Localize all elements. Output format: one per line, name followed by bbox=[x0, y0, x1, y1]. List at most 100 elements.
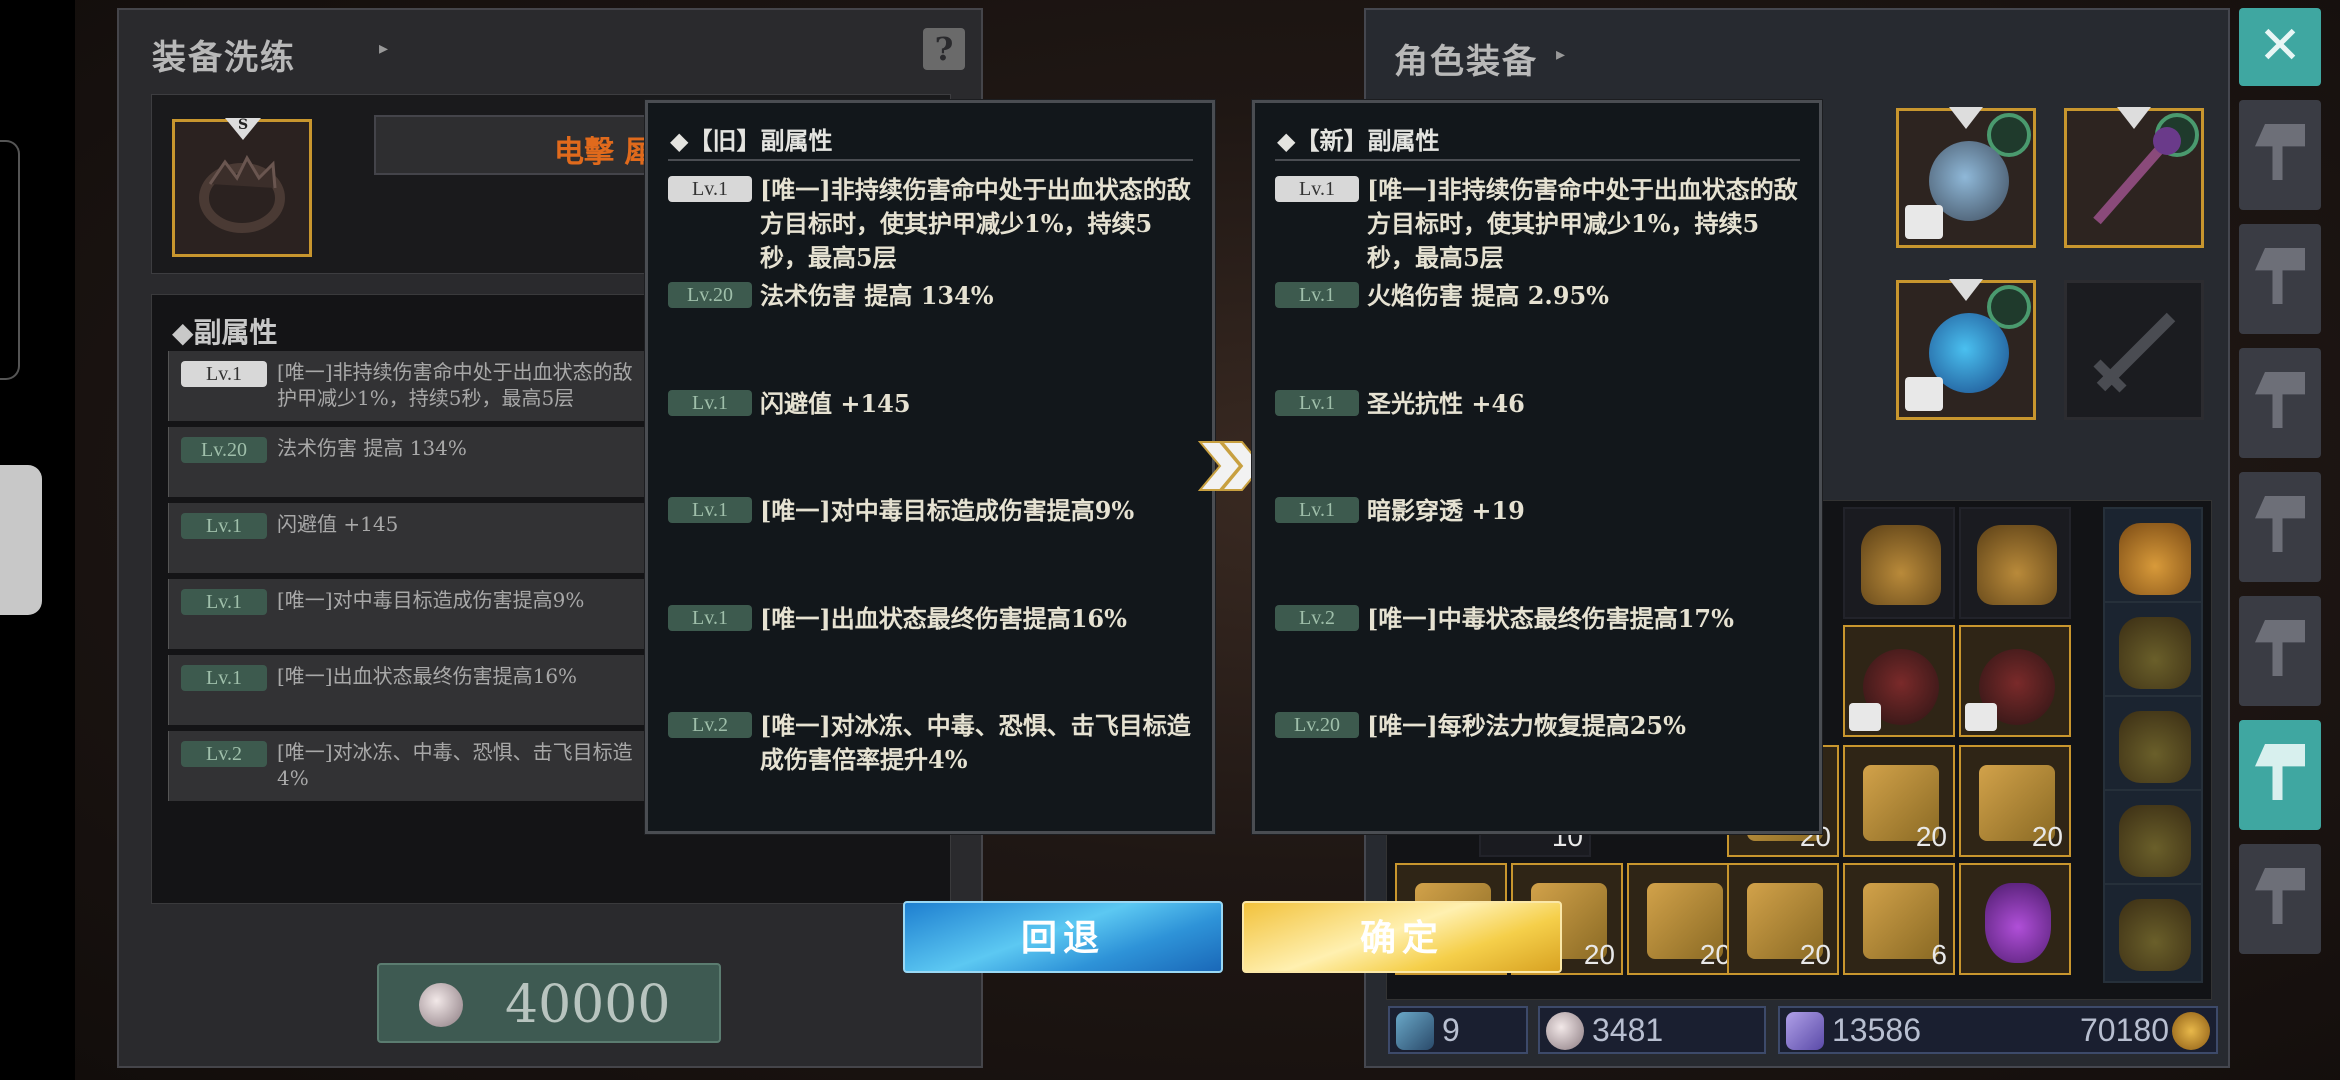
bag-icon bbox=[2119, 711, 2191, 783]
bag-icon bbox=[2119, 899, 2191, 971]
level-badge: Lv.1 bbox=[1275, 176, 1359, 202]
equipped-ring-slot[interactable] bbox=[1896, 279, 2036, 420]
reforge-cost-value: 40000 bbox=[505, 975, 671, 1035]
revert-button[interactable]: 回退 bbox=[903, 901, 1223, 973]
level-badge: Lv.1 bbox=[181, 361, 267, 387]
side-bag-slot[interactable] bbox=[2103, 601, 2203, 701]
lock-icon bbox=[1905, 205, 1943, 239]
reforge-cost-button[interactable]: 40000 bbox=[377, 963, 721, 1043]
crossed-hammers-icon bbox=[2255, 868, 2305, 924]
side-bag-slot[interactable] bbox=[2103, 507, 2203, 607]
attribute-text: [唯一]非持续伤害命中处于出血状态的敌方目标时，使其护甲减少1%，持续5秒，最高… bbox=[760, 175, 1191, 272]
equipped-staff-slot[interactable] bbox=[2064, 107, 2204, 248]
resource-crystals-gold: 13586 70180 bbox=[1778, 1006, 2218, 1054]
resource-hammers: 9 bbox=[1388, 1006, 1528, 1054]
inventory-item[interactable] bbox=[1959, 507, 2071, 619]
tool-tab-armor[interactable] bbox=[2239, 348, 2321, 458]
inventory-item[interactable] bbox=[1959, 863, 2071, 975]
level-badge: Lv.1 bbox=[1275, 282, 1359, 308]
level-badge: Lv.1 bbox=[181, 513, 267, 539]
level-badge: Lv.1 bbox=[668, 176, 752, 202]
bag-icon bbox=[2119, 617, 2191, 689]
item-count: 20 bbox=[1799, 939, 1831, 970]
resource-value: 3481 bbox=[1592, 1012, 1664, 1048]
hammer-icon bbox=[2255, 248, 2305, 304]
attribute-text: 圣光抗性 +46 bbox=[1367, 389, 1525, 418]
inventory-item[interactable]: 20 bbox=[1959, 745, 2071, 857]
equipment-panel-title: 角色装备 bbox=[1394, 42, 1538, 82]
inventory-item[interactable]: 20 bbox=[1727, 863, 1839, 975]
item-count: 20 bbox=[2031, 821, 2063, 852]
attribute-text: [唯一]中毒状态最终伤害提高17% bbox=[1367, 604, 1734, 633]
attribute-text: 火焰伤害 提高 2.95% bbox=[1367, 281, 1609, 310]
equipped-ring-slot[interactable] bbox=[1896, 107, 2036, 248]
resource-bar: 9 3481 13586 70180 bbox=[1376, 1004, 2222, 1056]
sub-attribute-title: ◆副属性 bbox=[172, 316, 278, 349]
resource-gems: 3481 bbox=[1538, 1006, 1766, 1054]
lock-icon bbox=[1849, 703, 1881, 731]
item-count: 20 bbox=[1915, 821, 1947, 852]
level-badge: Lv.1 bbox=[1275, 390, 1359, 416]
gem-icon bbox=[1546, 1012, 1584, 1050]
scroll-icon bbox=[1863, 883, 1939, 959]
resource-value: 13586 bbox=[1832, 1012, 1921, 1048]
inventory-item[interactable]: 20 bbox=[1627, 863, 1739, 975]
shield-sword-icon bbox=[2255, 496, 2305, 552]
tool-tab-smelt[interactable] bbox=[2239, 844, 2321, 954]
lock-icon bbox=[1905, 377, 1943, 411]
attribute-text: [唯一]出血状态最终伤害提高16% bbox=[760, 604, 1127, 633]
level-badge: Lv.1 bbox=[181, 589, 267, 615]
close-icon[interactable]: ✕ bbox=[2239, 8, 2321, 86]
tool-tab-reforge[interactable] bbox=[2239, 720, 2321, 830]
phone-gesture-pill[interactable] bbox=[0, 465, 42, 615]
level-badge: Lv.1 bbox=[1275, 497, 1359, 523]
hammer-icon bbox=[2255, 744, 2305, 800]
side-bag-slot[interactable] bbox=[2103, 789, 2203, 889]
inventory-item[interactable] bbox=[1959, 625, 2071, 737]
attribute-text: 法术伤害 提高 134% bbox=[760, 281, 994, 310]
inventory-item[interactable] bbox=[1843, 507, 1955, 619]
confirm-button[interactable]: 确定 bbox=[1242, 901, 1562, 973]
title-arrow-icon: ▸ bbox=[379, 38, 389, 59]
phone-side-notch bbox=[0, 140, 20, 380]
attribute-text: 暗影穿透 +19 bbox=[1367, 496, 1525, 525]
bag-icon bbox=[2119, 805, 2191, 877]
rank-s-tag bbox=[1949, 279, 1983, 301]
item-count: 20 bbox=[1583, 939, 1615, 970]
side-bag-slot[interactable] bbox=[2103, 695, 2203, 795]
helmet-icon bbox=[2255, 372, 2305, 428]
title-arrow-icon: ▸ bbox=[1556, 44, 1566, 65]
attribute-text: [唯一]每秒法力恢复提高25% bbox=[1367, 711, 1686, 740]
bag-icon bbox=[2119, 523, 2191, 595]
attribute-text: [唯一]对冰冻、中毒、恐惧、击飞目标造成伤害倍率提升4% bbox=[760, 711, 1191, 774]
resource-value: 9 bbox=[1442, 1012, 1460, 1048]
new-attributes-title: ◆【新】副属性 bbox=[1277, 126, 1440, 155]
level-badge: Lv.20 bbox=[181, 437, 267, 463]
rank-s-tag bbox=[1949, 107, 1983, 129]
new-attributes-popup: ◆【新】副属性 Lv.1 [唯一]非持续伤害命中处于出血状态的敌方目标时，使其护… bbox=[1252, 100, 1822, 834]
level-badge: Lv.2 bbox=[1275, 605, 1359, 631]
attribute-text: [唯一]非持续伤害命中处于出血状态的敌方目标时，使其护甲减少1%，持续5秒，最高… bbox=[1367, 175, 1798, 272]
crystal-icon bbox=[1786, 1012, 1824, 1050]
inventory-item[interactable] bbox=[1843, 625, 1955, 737]
attribute-text: 闪避值 +145 bbox=[760, 389, 911, 418]
level-badge: Lv.2 bbox=[668, 712, 752, 738]
tool-tab-enhance[interactable] bbox=[2239, 596, 2321, 706]
equipment-slot[interactable]: S bbox=[172, 118, 312, 257]
inventory-item[interactable]: 20 bbox=[1843, 745, 1955, 857]
empty-weapon-slot[interactable] bbox=[2064, 280, 2204, 420]
tool-tab-dismantle[interactable] bbox=[2239, 472, 2321, 582]
level-badge: Lv.1 bbox=[668, 605, 752, 631]
item-count: 6 bbox=[1931, 939, 1947, 970]
help-icon[interactable]: ? bbox=[923, 28, 965, 70]
tool-tab-anvil[interactable] bbox=[2239, 100, 2321, 210]
reforge-panel-title: 装备洗练 bbox=[152, 38, 296, 78]
potion-icon bbox=[1985, 883, 2051, 963]
old-attributes-title: ◆【旧】副属性 bbox=[670, 126, 833, 155]
old-attributes-popup: ◆【旧】副属性 Lv.1 [唯一]非持续伤害命中处于出血状态的敌方目标时，使其护… bbox=[645, 100, 1215, 834]
inventory-item[interactable]: 6 bbox=[1843, 863, 1955, 975]
tool-tab-hammer[interactable] bbox=[2239, 224, 2321, 334]
bag-icon bbox=[1861, 525, 1941, 605]
lock-icon bbox=[1965, 703, 1997, 731]
side-bag-slot[interactable] bbox=[2103, 883, 2203, 983]
